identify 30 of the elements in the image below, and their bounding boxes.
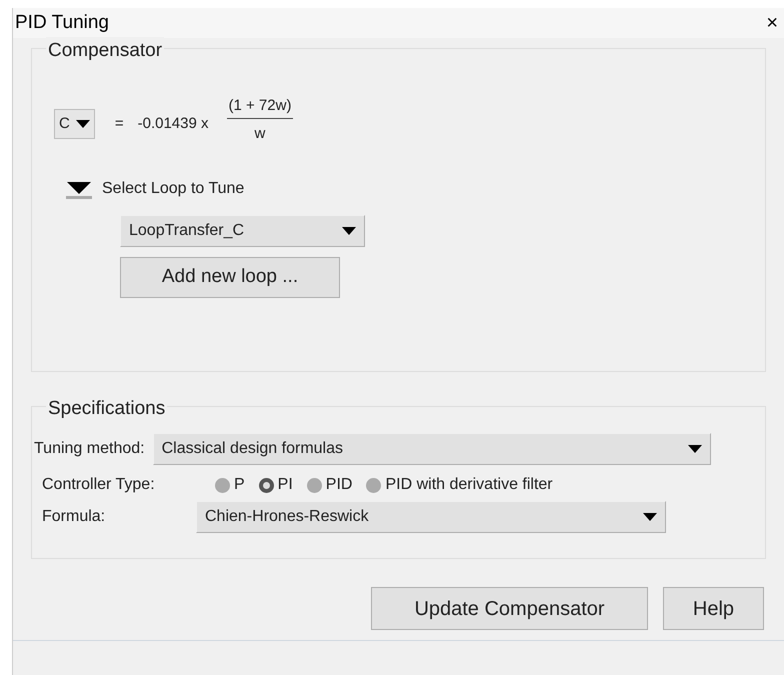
denominator: w (254, 124, 266, 144)
formula-dropdown[interactable]: Chien-Hrones-Reswick (196, 501, 666, 533)
radio-button[interactable] (306, 478, 322, 492)
window-title: PID Tuning (15, 10, 109, 35)
controller-type-label: Controller Type: (42, 475, 156, 495)
tuning-method-label: Tuning method: (34, 439, 145, 459)
radio-button[interactable] (215, 478, 230, 492)
radio-option[interactable]: PID (306, 473, 352, 497)
equals-sign: = (114, 114, 124, 134)
radio-button[interactable] (258, 478, 274, 492)
loop-dropdown[interactable]: LoopTransfer_C (120, 215, 365, 247)
formula-label: Formula: (42, 507, 106, 527)
caret-icon (643, 513, 657, 521)
update-button[interactable]: Update Compensator (371, 587, 648, 630)
section-label: Select Loop to Tune (102, 179, 244, 199)
caret-icon (342, 227, 356, 235)
radio-button[interactable] (366, 478, 382, 492)
close-button[interactable]: × (766, 13, 778, 33)
gain-value: -0.01439 x (138, 114, 208, 134)
caret-icon (688, 445, 702, 453)
radio-option[interactable]: PID with derivative filter (366, 473, 553, 497)
caret-icon (76, 120, 90, 128)
compensator-dropdown[interactable]: C (54, 109, 95, 139)
tuning-method-dropdown[interactable]: Classical design formulas (152, 433, 711, 465)
collapse-toggle[interactable] (64, 180, 94, 198)
numerator: (1 + 72w) (226, 95, 294, 118)
add-loop-button[interactable]: Add new loop ... (120, 257, 340, 298)
radio-option[interactable]: PI (258, 473, 293, 497)
help-button[interactable]: Help (663, 587, 764, 630)
radio-option[interactable]: P (215, 473, 245, 497)
